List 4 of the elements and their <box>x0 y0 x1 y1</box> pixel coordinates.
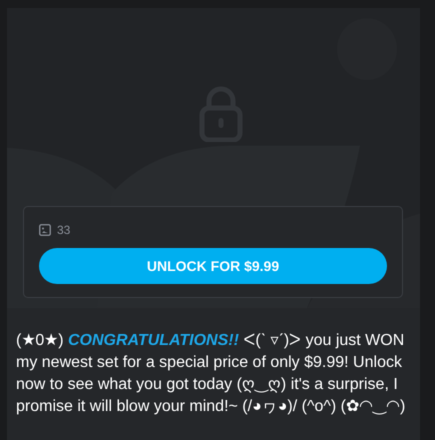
unlock-button[interactable]: UNLOCK FOR $9.99 <box>39 248 387 284</box>
post-caption: (★0★) CONGRATULATIONS!! ᐸ(ˋ ▿ˊ)ᐳ you just WON my newest set for a special price of only $9.99! Unlock now to see what you got today (ღ‿ღ) it's a surprise, I promise it will blow your mind!~ (/◕ヮ◕)/ (^o^) (✿◠‿◠) <box>16 331 406 417</box>
media-count: 33 <box>57 223 70 237</box>
image-icon <box>39 224 51 236</box>
